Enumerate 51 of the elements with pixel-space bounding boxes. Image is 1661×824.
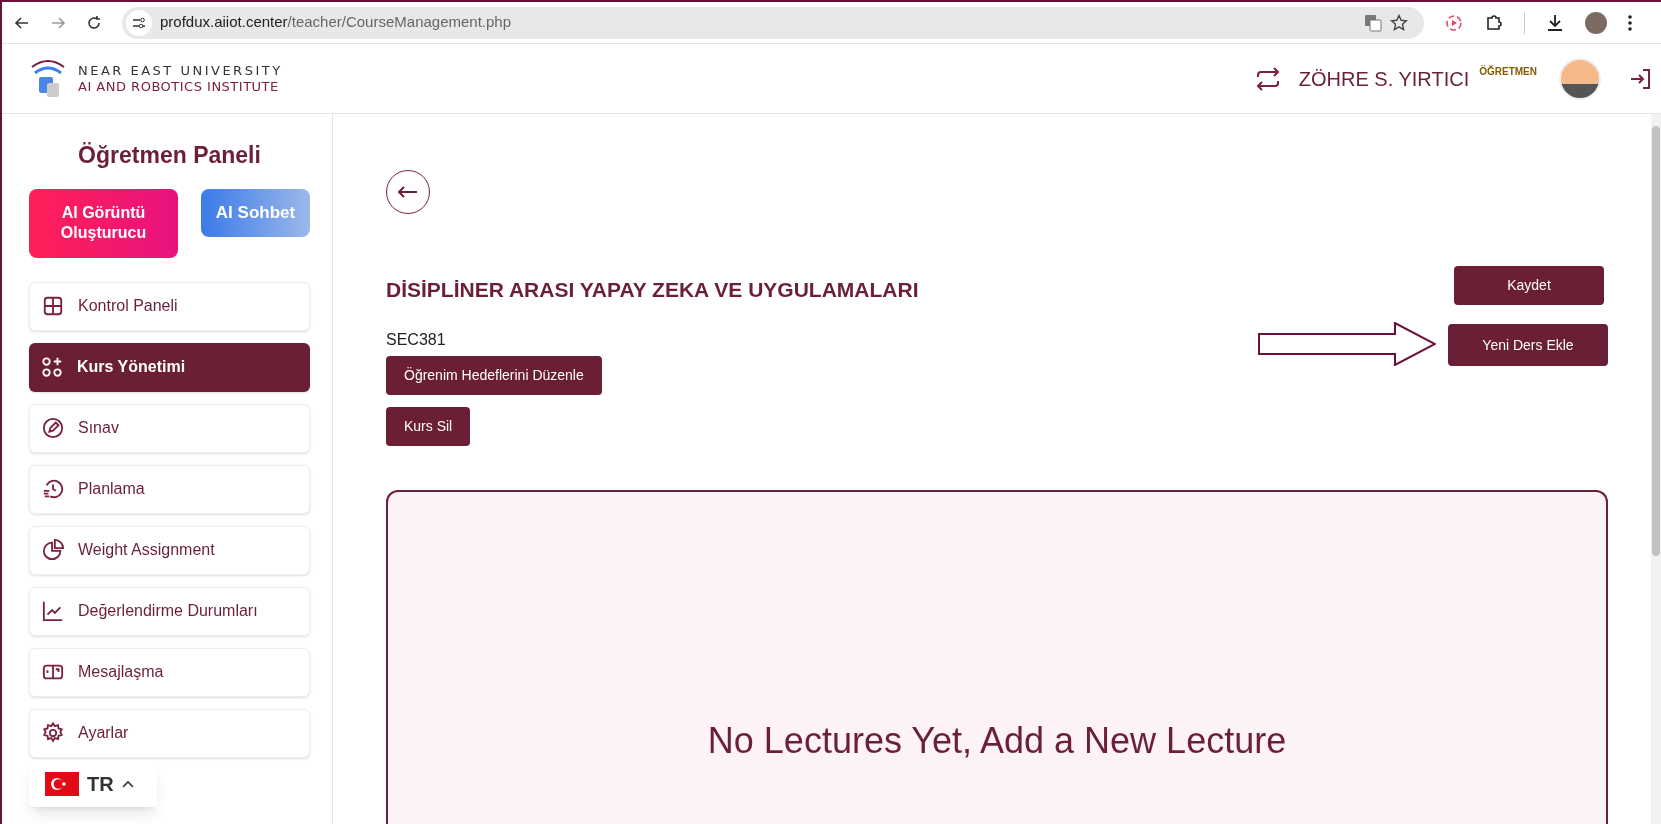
arrow-left-icon (398, 186, 418, 198)
reload-icon[interactable] (86, 14, 102, 31)
logout-icon[interactable] (1629, 66, 1653, 91)
sidebar-item[interactable]: Kontrol Paneli (29, 281, 310, 331)
history-icon (42, 478, 64, 500)
sidebar-item[interactable]: Weight Assignment (29, 525, 310, 575)
caret-icon (121, 779, 134, 788)
url-host: profdux.aiiot.center (160, 13, 288, 31)
download-icon[interactable] (1545, 12, 1565, 33)
star-icon[interactable] (1390, 13, 1408, 32)
logo-title: NEAR EAST UNIVERSITY (78, 62, 283, 79)
media-icon[interactable] (1444, 12, 1464, 33)
menu-icon[interactable] (1627, 13, 1633, 32)
language-menu[interactable]: TR (29, 760, 157, 807)
sidebar-item[interactable]: Ayarlar (29, 708, 310, 758)
settings-icon (42, 722, 64, 744)
ai-chat-button[interactable]: AI Sohbet (201, 188, 310, 237)
pencil-icon (42, 417, 64, 439)
puzzle-icon[interactable] (1484, 12, 1504, 33)
shapes-icon (41, 356, 63, 378)
course-title: DİSİPLİNER ARASI YAPAY ZEKA VE UYGULAMALARI (386, 277, 919, 303)
empty-message: No Lectures Yet, Add a New Lecture (707, 719, 1287, 763)
address-bar[interactable]: profdux.aiiot.center/teacher/CourseManagement.php (122, 6, 1424, 39)
grid-icon (42, 295, 64, 317)
site-info-icon[interactable] (126, 9, 152, 36)
turkey-flag-icon (45, 771, 79, 796)
logo-subtitle: AI AND ROBOTICS INSTITUTE (78, 78, 280, 95)
user-name: ZÖHRE S. YIRTICI (1298, 66, 1470, 92)
sidebar-item[interactable]: Sınav (29, 403, 310, 453)
line-chart-icon (42, 600, 64, 622)
sidebar-item[interactable]: Değerlendirme Durumları (29, 586, 310, 636)
action-button[interactable]: Öğrenim Hedeflerini Düzenle (386, 355, 602, 395)
switch-icon[interactable] (1254, 66, 1281, 91)
back-icon[interactable] (14, 14, 30, 31)
role-label: ÖĞRETMEN (1479, 64, 1537, 79)
action-button[interactable]: Yeni Ders Ekle (1448, 324, 1608, 366)
sidebar-title: Öğretmen Paneli (77, 141, 262, 170)
vertical-scrollbar[interactable] (1651, 114, 1661, 824)
forward-icon[interactable] (50, 14, 66, 31)
pie-chart-icon (42, 539, 64, 561)
action-button[interactable]: Kaydet (1454, 266, 1604, 305)
sidebar-item[interactable]: Planlama (29, 464, 310, 514)
action-button[interactable]: Kurs Sil (386, 406, 471, 446)
course-code: SEC381 (386, 329, 446, 350)
sidebar-item[interactable]: Kurs Yönetimi (29, 342, 310, 392)
user-avatar[interactable] (1559, 57, 1601, 100)
url-path: /teacher/CourseManagement.php (287, 13, 512, 31)
translate-icon[interactable] (1364, 13, 1382, 32)
ai-image-button[interactable]: AI Görüntü Oluşturucu (29, 188, 178, 258)
profile-avatar[interactable] (1585, 11, 1607, 34)
sidebar-item[interactable]: Mesajlaşma (29, 647, 310, 697)
